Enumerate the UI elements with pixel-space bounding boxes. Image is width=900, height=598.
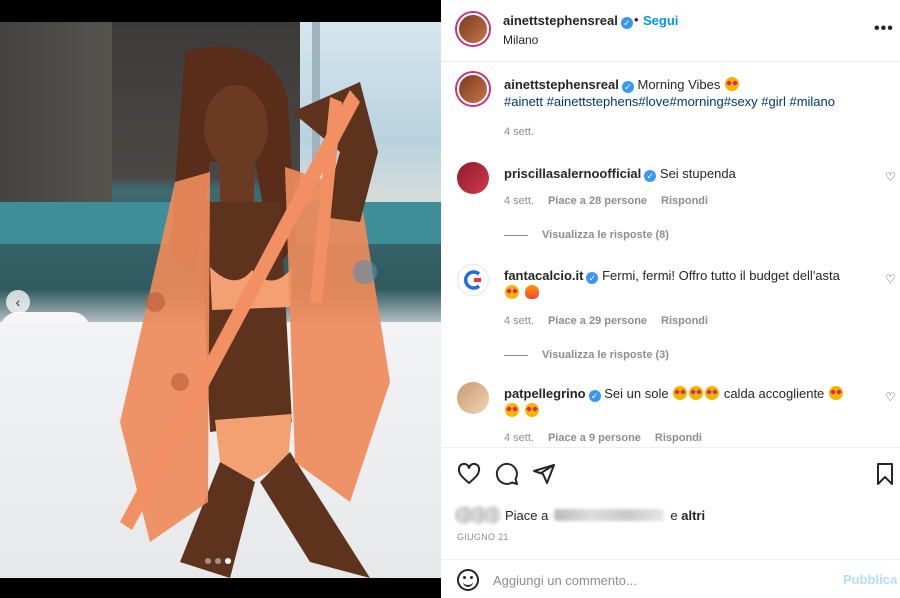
caption-text: ainettstephensreal ✓ Morning Vibes #ainet… <box>504 76 854 110</box>
comment-time[interactable]: 4 sett. <box>504 315 534 327</box>
follow-button[interactable]: Segui <box>643 13 678 28</box>
comment-avatar[interactable] <box>457 264 489 296</box>
publish-button[interactable]: Pubblica <box>843 572 897 587</box>
comment-author[interactable]: fantacalcio.it <box>504 268 583 283</box>
likes-and: e <box>670 507 678 523</box>
comment-message: Sei stupenda <box>659 166 736 181</box>
carousel-dot <box>205 558 211 564</box>
carousel-indicator <box>205 558 231 564</box>
comment-like-heart-icon[interactable]: ♡ <box>885 390 896 404</box>
verified-badge-icon: ✓ <box>586 272 599 284</box>
comment-likes[interactable]: Piace a 28 persone <box>548 195 647 207</box>
post-media: ‹ <box>0 0 441 598</box>
add-comment-bar: Pubblica <box>441 559 900 598</box>
caption-author[interactable]: ainettstephensreal <box>504 77 619 92</box>
comment-message-cont: calda accogliente <box>723 386 825 401</box>
emoji-icon[interactable] <box>457 569 479 591</box>
comment-author[interactable]: priscillasalernoofficial <box>504 166 641 181</box>
comment-reply-button[interactable]: Rispondi <box>661 195 708 207</box>
heart-icon[interactable] <box>457 462 481 486</box>
chevron-left-icon: ‹ <box>15 294 21 310</box>
comment-icon[interactable] <box>495 462 519 486</box>
post-date[interactable]: GIUGNO 21 <box>457 532 509 542</box>
photo-person <box>120 46 390 578</box>
comment-avatar[interactable] <box>457 162 489 194</box>
comment-likes[interactable]: Piace a 9 persone <box>548 432 641 444</box>
view-replies-label[interactable]: Visualizza le risposte (3) <box>542 349 669 361</box>
comment-time[interactable]: 4 sett. <box>504 432 534 444</box>
carousel-dot <box>215 558 221 564</box>
carousel-dot-active <box>225 558 231 564</box>
comment-text: fantacalcio.it ✓ Fermi, fermi! Offro tutt… <box>504 267 854 301</box>
heart-eyes-emoji-icon <box>505 285 519 299</box>
post-actions: Piace a e altri GIUGNO 21 <box>441 447 900 558</box>
bookmark-icon[interactable] <box>873 462 897 486</box>
comments-list[interactable]: ainettstephensreal ✓ Morning Vibes #ainet… <box>441 63 900 447</box>
verified-badge-icon: ✓ <box>644 170 657 182</box>
view-replies-button[interactable]: Visualizza le risposte (8) <box>504 229 669 241</box>
verified-badge-icon: ✓ <box>588 390 601 402</box>
comment-input[interactable] <box>493 569 793 591</box>
view-replies-button[interactable]: Visualizza le risposte (3) <box>504 349 669 361</box>
more-icon[interactable]: ••• <box>874 20 894 38</box>
replies-line <box>504 354 528 356</box>
liker-avatar-blurred <box>483 506 501 524</box>
likes-prefix: Piace a <box>505 507 549 523</box>
heart-eyes-emoji-icon <box>689 386 704 400</box>
carousel-prev-button[interactable]: ‹ <box>6 290 30 314</box>
caption-avatar[interactable] <box>457 73 489 105</box>
comment-like-heart-icon[interactable]: ♡ <box>885 272 896 286</box>
heart-eyes-emoji-icon <box>725 77 739 91</box>
caption-meta: 4 sett. <box>504 126 534 138</box>
caption-time[interactable]: 4 sett. <box>504 126 534 138</box>
author-name[interactable]: ainettstephensreal <box>503 13 618 28</box>
view-replies-label[interactable]: Visualizza le risposte (8) <box>542 229 669 241</box>
comment-text: patpellegrino ✓ Sei un sole calda accogli… <box>504 385 854 419</box>
likes-summary[interactable]: Piace a e altri <box>455 503 705 527</box>
comment-reply-button[interactable]: Rispondi <box>655 432 702 444</box>
fantacalcio-logo-icon <box>463 270 481 290</box>
comment-meta: 4 sett. Piace a 29 persone Rispondi <box>504 315 708 327</box>
share-icon[interactable] <box>532 462 556 486</box>
comment-avatar[interactable] <box>457 382 489 414</box>
caption-hashtags[interactable]: #ainett #ainettstephens#love#morning#sex… <box>504 94 835 109</box>
replies-line <box>504 234 528 236</box>
header-separator: • <box>634 12 639 27</box>
heart-eyes-emoji-icon <box>505 403 519 417</box>
comment-meta: 4 sett. Piace a 28 persone Rispondi <box>504 195 708 207</box>
comment-time[interactable]: 4 sett. <box>504 195 534 207</box>
heart-eyes-emoji-icon <box>828 386 843 400</box>
comment-reply-button[interactable]: Rispondi <box>661 315 708 327</box>
comment-author[interactable]: patpellegrino <box>504 386 586 401</box>
author-avatar[interactable] <box>457 13 489 45</box>
liker-name-blurred[interactable] <box>554 509 665 521</box>
post-location[interactable]: Milano <box>503 33 538 47</box>
author-username[interactable]: ainettstephensreal ✓ <box>503 13 633 29</box>
comment-text: priscillasalernoofficial ✓ Sei stupenda <box>504 165 854 182</box>
liker-avatars <box>455 506 501 524</box>
comment-meta: 4 sett. Piace a 9 persone Rispondi <box>504 432 702 444</box>
post-header: ainettstephensreal ✓ • Segui Milano ••• <box>441 0 900 62</box>
fire-emoji-icon <box>524 285 539 299</box>
comment-likes[interactable]: Piace a 29 persone <box>548 315 647 327</box>
caption-message: Morning Vibes <box>637 77 721 92</box>
post-panel: ainettstephensreal ✓ • Segui Milano ••• a… <box>441 0 900 598</box>
heart-eyes-emoji-icon <box>673 386 688 400</box>
comment-message: Fermi, fermi! Offro tutto il budget dell… <box>602 268 840 283</box>
comment-message: Sei un sole <box>604 386 669 401</box>
comment-like-heart-icon[interactable]: ♡ <box>885 170 896 184</box>
verified-badge-icon: ✓ <box>620 17 633 29</box>
post-photo[interactable] <box>0 22 441 578</box>
likes-others[interactable]: altri <box>681 508 705 523</box>
heart-eyes-emoji-icon <box>524 403 539 417</box>
verified-badge-icon: ✓ <box>621 81 634 93</box>
heart-eyes-emoji-icon <box>705 386 720 400</box>
